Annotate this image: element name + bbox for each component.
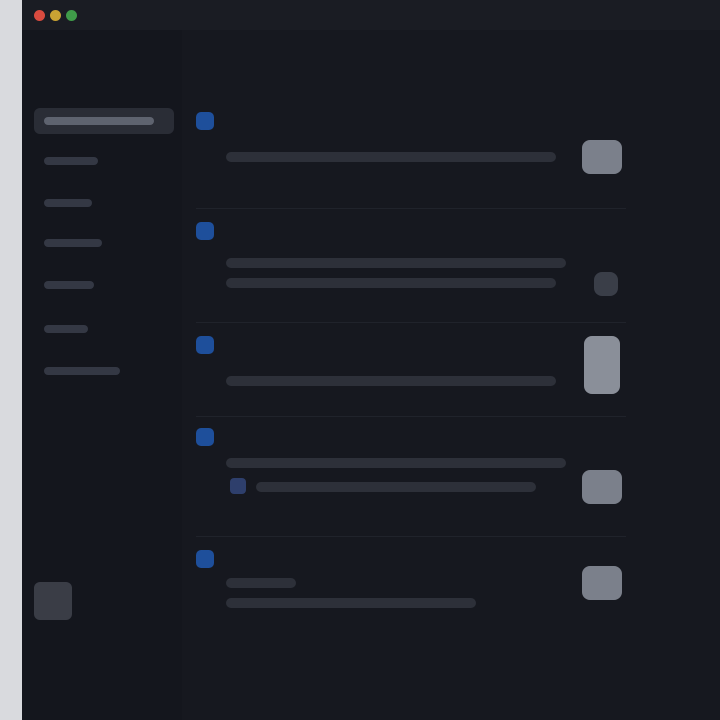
settings-panel (182, 30, 720, 720)
title-bar (22, 0, 720, 30)
setting-icon (196, 550, 214, 568)
divider (196, 416, 626, 417)
minimize-window-button[interactable] (50, 10, 61, 21)
sidebar-item-7[interactable] (34, 358, 174, 384)
setting-description-placeholder (226, 258, 566, 268)
setting-description-placeholder (226, 152, 556, 162)
sidebar-item-6[interactable] (34, 316, 174, 342)
slider-icon[interactable] (584, 336, 620, 394)
sidebar-section-label (44, 86, 154, 96)
setting-description-placeholder (226, 376, 556, 386)
sidebar-item-placeholder (44, 239, 102, 247)
sidebar-item-placeholder (44, 199, 92, 207)
setting-description-placeholder (256, 482, 536, 492)
setting-description-placeholder (226, 578, 296, 588)
divider (196, 208, 626, 209)
user-avatar-icon[interactable] (34, 582, 72, 620)
setting-icon (196, 336, 214, 354)
sidebar (22, 30, 182, 720)
window-title (282, 9, 462, 21)
sidebar-item-3[interactable] (34, 190, 174, 216)
setting-description-placeholder (226, 278, 556, 288)
setting-icon (196, 222, 214, 240)
toggle-icon[interactable] (582, 566, 622, 600)
sidebar-item-placeholder (44, 157, 98, 165)
checkbox-icon[interactable] (230, 478, 246, 494)
setting-description-placeholder (226, 458, 566, 468)
maximize-window-button[interactable] (66, 10, 77, 21)
sidebar-item-1[interactable] (34, 108, 174, 134)
sidebar-item-2[interactable] (34, 148, 174, 174)
setting-icon (196, 112, 214, 130)
setting-description-placeholder (226, 598, 476, 608)
divider (196, 322, 626, 323)
sidebar-item-placeholder (44, 281, 94, 289)
sidebar-item-4[interactable] (34, 230, 174, 256)
chevron-icon[interactable] (594, 272, 618, 296)
sidebar-item-placeholder (44, 117, 154, 125)
app-window (22, 0, 720, 720)
toggle-icon[interactable] (582, 470, 622, 504)
toggle-icon[interactable] (582, 140, 622, 174)
sidebar-item-5[interactable] (34, 272, 174, 298)
sidebar-item-placeholder (44, 325, 88, 333)
sidebar-item-placeholder (44, 367, 120, 375)
close-window-button[interactable] (34, 10, 45, 21)
setting-icon (196, 428, 214, 446)
divider (196, 536, 626, 537)
